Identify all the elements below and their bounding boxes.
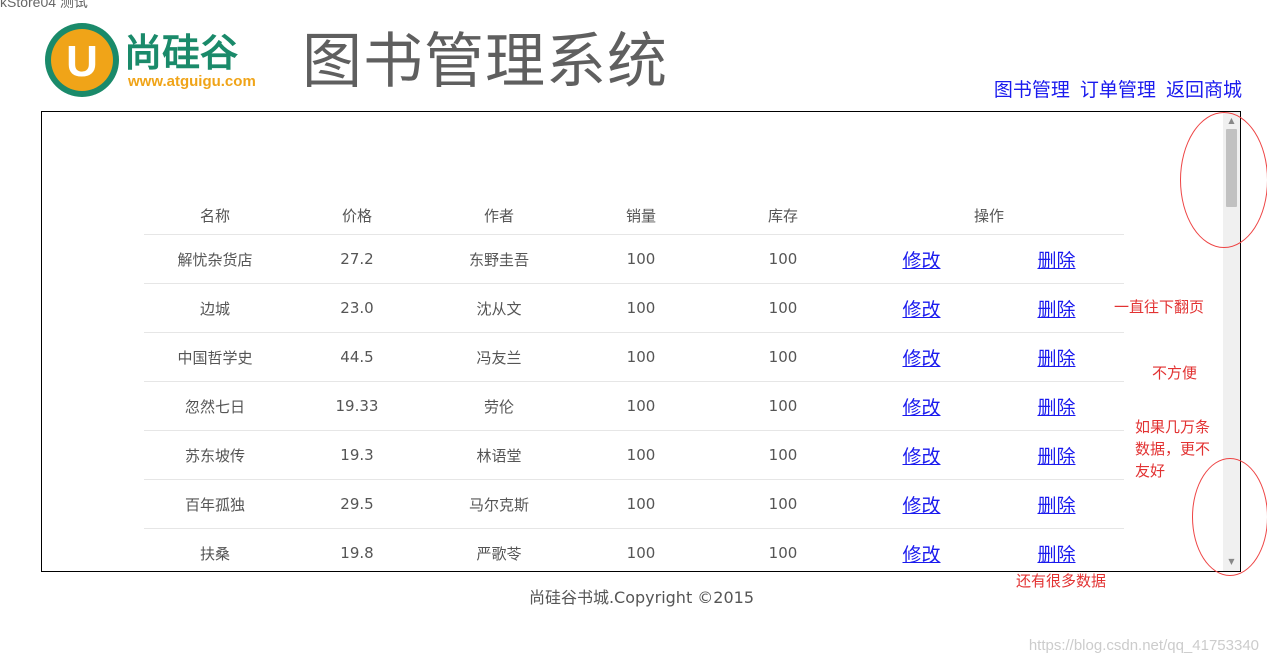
nav-back-to-store[interactable]: 返回商城 xyxy=(1166,79,1242,101)
annotation-inconvenient: 不方便 xyxy=(1152,364,1198,382)
edit-link[interactable]: 修改 xyxy=(902,544,940,566)
delete-link[interactable]: 删除 xyxy=(1037,299,1075,321)
header-stock: 库存 xyxy=(767,206,798,225)
cell-sales: 100 xyxy=(570,381,712,431)
cell-author: 东野圭吾 xyxy=(428,234,570,284)
cell-name: 边城 xyxy=(144,283,286,333)
annotation-many-rows-3: 友好 xyxy=(1135,462,1166,480)
cell-price: 27.2 xyxy=(286,234,428,284)
cell-price: 44.5 xyxy=(286,332,428,382)
cell-name: 中国哲学史 xyxy=(144,332,286,382)
delete-cell: 删除 xyxy=(989,381,1124,431)
cell-price: 19.8 xyxy=(286,528,428,571)
annotation-scroll-note: 一直往下翻页 xyxy=(1114,298,1205,316)
book-list-panel[interactable]: 名称 价格 作者 销量 库存 操作 解忧杂货店 27.2 东野圭吾 100 10… xyxy=(41,111,1241,572)
table-row: 中国哲学史 44.5 冯友兰 100 100 修改 删除 xyxy=(144,332,1124,382)
logo-glyph: U xyxy=(66,37,98,86)
cell-sales: 100 xyxy=(570,234,712,284)
cell-author: 沈从文 xyxy=(428,283,570,333)
watermark: https://blog.csdn.net/qq_41753340 xyxy=(1028,637,1259,654)
edit-cell: 修改 xyxy=(854,430,989,480)
delete-link[interactable]: 删除 xyxy=(1037,348,1075,370)
edit-cell: 修改 xyxy=(854,283,989,333)
cell-stock: 100 xyxy=(712,528,854,571)
edit-link[interactable]: 修改 xyxy=(902,446,940,468)
edit-cell: 修改 xyxy=(854,381,989,431)
edit-link[interactable]: 修改 xyxy=(902,397,940,419)
annotation-more-data: 还有很多数据 xyxy=(1016,572,1107,590)
delete-cell: 删除 xyxy=(989,528,1124,571)
cell-sales: 100 xyxy=(570,283,712,333)
annotation-many-rows-1: 如果几万条 xyxy=(1135,418,1211,436)
cell-name: 解忧杂货店 xyxy=(144,234,286,284)
cell-stock: 100 xyxy=(712,430,854,480)
delete-cell: 删除 xyxy=(989,332,1124,382)
delete-cell: 删除 xyxy=(989,430,1124,480)
header-sales: 销量 xyxy=(625,206,656,225)
header-name: 名称 xyxy=(199,206,230,225)
cell-price: 29.5 xyxy=(286,479,428,529)
header-author: 作者 xyxy=(483,206,514,225)
nav-book-management[interactable]: 图书管理 xyxy=(994,79,1070,101)
cell-author: 劳伦 xyxy=(428,381,570,431)
delete-cell: 删除 xyxy=(989,283,1124,333)
page-title: 图书管理系统 xyxy=(302,27,668,97)
header-price: 价格 xyxy=(341,206,372,225)
table-row: 解忧杂货店 27.2 东野圭吾 100 100 修改 删除 xyxy=(144,234,1124,284)
edit-cell: 修改 xyxy=(854,332,989,382)
cell-name: 扶桑 xyxy=(144,528,286,571)
edit-cell: 修改 xyxy=(854,528,989,571)
cell-name: 忽然七日 xyxy=(144,381,286,431)
cell-stock: 100 xyxy=(712,479,854,529)
cell-stock: 100 xyxy=(712,234,854,284)
cell-stock: 100 xyxy=(712,381,854,431)
delete-cell: 删除 xyxy=(989,479,1124,529)
table-row: 百年孤独 29.5 马尔克斯 100 100 修改 删除 xyxy=(144,479,1124,529)
nav-order-management[interactable]: 订单管理 xyxy=(1080,79,1156,101)
delete-cell: 删除 xyxy=(989,234,1124,284)
book-table: 名称 价格 作者 销量 库存 操作 解忧杂货店 27.2 东野圭吾 100 10… xyxy=(144,196,1124,571)
cell-price: 19.33 xyxy=(286,381,428,431)
cell-stock: 100 xyxy=(712,332,854,382)
cell-author: 林语堂 xyxy=(428,430,570,480)
table-row: 边城 23.0 沈从文 100 100 修改 删除 xyxy=(144,283,1124,333)
browser-tab-fragment: kStore04 测试 xyxy=(0,0,88,10)
cell-author: 严歌苓 xyxy=(428,528,570,571)
table-row: 苏东坡传 19.3 林语堂 100 100 修改 删除 xyxy=(144,430,1124,480)
cell-sales: 100 xyxy=(570,528,712,571)
cell-author: 冯友兰 xyxy=(428,332,570,382)
cell-author: 马尔克斯 xyxy=(428,479,570,529)
delete-link[interactable]: 删除 xyxy=(1037,446,1075,468)
delete-link[interactable]: 删除 xyxy=(1037,495,1075,517)
logo-brand: 尚硅谷 xyxy=(124,31,238,75)
header-actions: 操作 xyxy=(973,206,1004,225)
cell-name: 苏东坡传 xyxy=(144,430,286,480)
delete-link[interactable]: 删除 xyxy=(1037,250,1075,272)
cell-sales: 100 xyxy=(570,332,712,382)
delete-link[interactable]: 删除 xyxy=(1037,397,1075,419)
logo-url: www.atguigu.com xyxy=(127,73,256,90)
annotation-circle-top xyxy=(1180,112,1267,248)
annotation-many-rows-2: 数据，更不 xyxy=(1135,440,1211,458)
edit-link[interactable]: 修改 xyxy=(902,250,940,272)
edit-link[interactable]: 修改 xyxy=(902,299,940,321)
top-nav: 图书管理 订单管理 返回商城 xyxy=(990,75,1242,102)
edit-link[interactable]: 修改 xyxy=(902,348,940,370)
cell-price: 23.0 xyxy=(286,283,428,333)
edit-cell: 修改 xyxy=(854,479,989,529)
cell-stock: 100 xyxy=(712,283,854,333)
edit-cell: 修改 xyxy=(854,234,989,284)
table-header-row: 名称 价格 作者 销量 库存 操作 xyxy=(144,196,1124,235)
cell-sales: 100 xyxy=(570,430,712,480)
cell-price: 19.3 xyxy=(286,430,428,480)
cell-sales: 100 xyxy=(570,479,712,529)
annotation-circle-bottom xyxy=(1192,458,1267,576)
table-row: 忽然七日 19.33 劳伦 100 100 修改 删除 xyxy=(144,381,1124,431)
delete-link[interactable]: 删除 xyxy=(1037,544,1075,566)
table-row: 扶桑 19.8 严歌苓 100 100 修改 删除 xyxy=(144,528,1124,571)
atguigu-logo: U 尚硅谷 www.atguigu.com xyxy=(44,22,294,100)
edit-link[interactable]: 修改 xyxy=(902,495,940,517)
cell-name: 百年孤独 xyxy=(144,479,286,529)
